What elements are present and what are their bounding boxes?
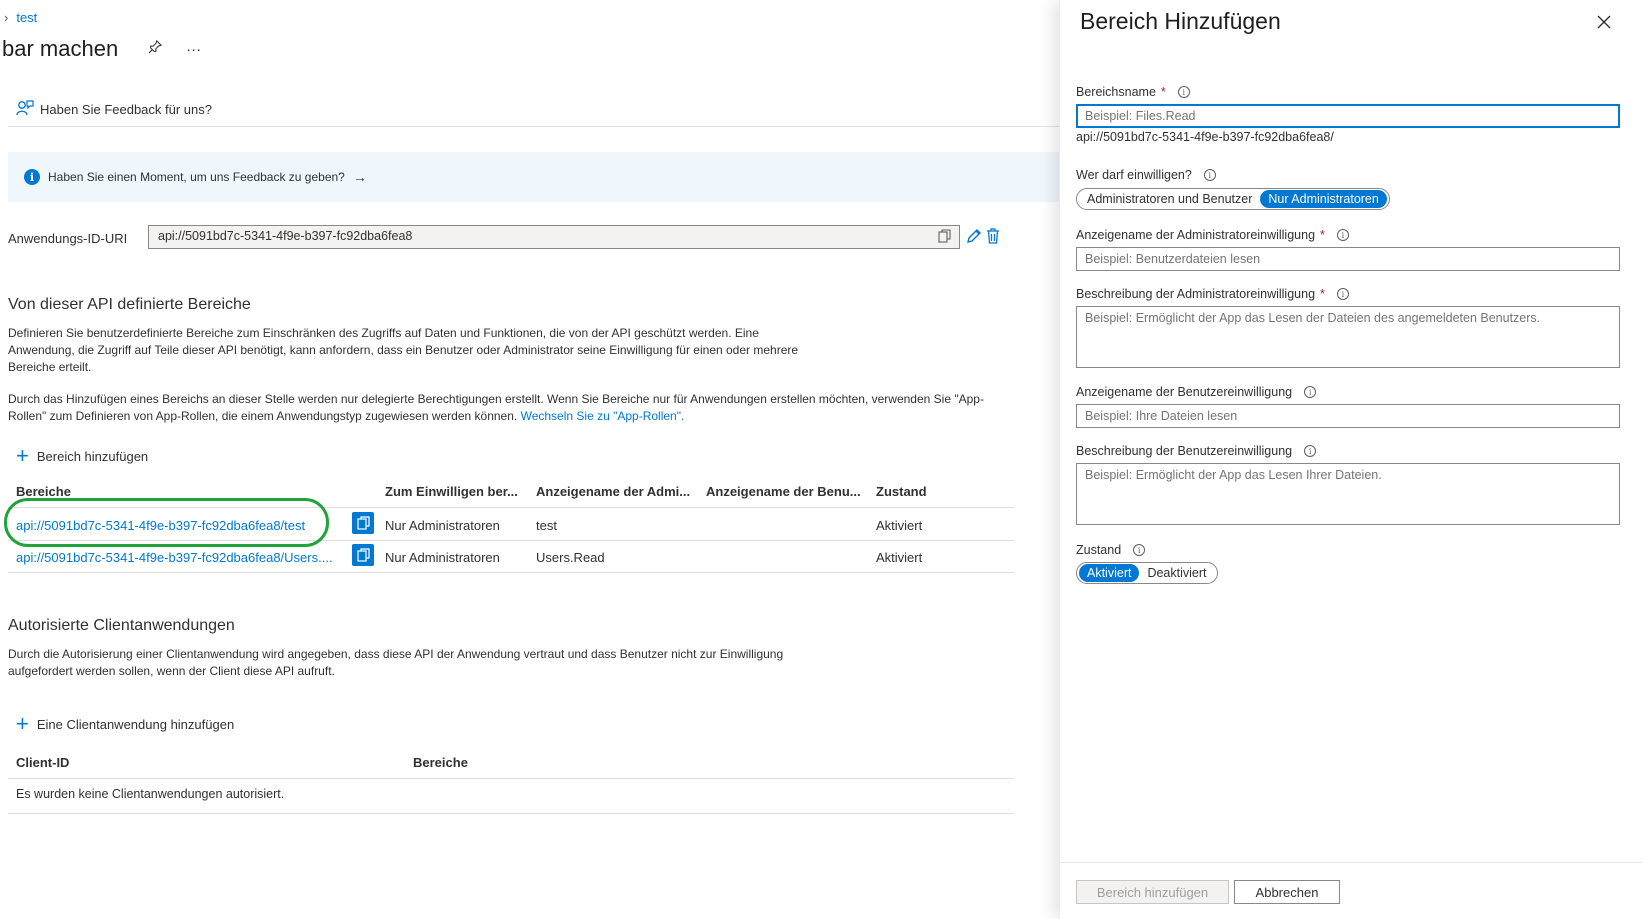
option-enabled[interactable]: Aktiviert xyxy=(1079,564,1140,582)
scopes-description-2: Durch das Hinzufügen eines Bereichs an d… xyxy=(8,391,1018,425)
feedback-link[interactable]: Haben Sie Feedback für uns? xyxy=(16,100,212,119)
user-display-input[interactable] xyxy=(1076,404,1620,428)
column-header-client-id[interactable]: Client-ID xyxy=(16,755,69,770)
admin-display-label: Anzeigename der Administratoreinwilligun… xyxy=(1076,228,1349,242)
info-icon[interactable]: i xyxy=(1304,386,1317,398)
column-header-scopes[interactable]: Bereiche xyxy=(16,484,71,499)
breadcrumb: › test xyxy=(4,10,37,25)
info-icon[interactable]: i xyxy=(1336,288,1349,300)
feedback-person-icon xyxy=(16,100,34,119)
info-icon[interactable]: i xyxy=(1177,86,1190,98)
title-actions: ··· xyxy=(148,39,221,58)
clients-description: Durch die Autorisierung einer Clientanwe… xyxy=(8,647,784,678)
admin-desc-textarea[interactable] xyxy=(1076,306,1620,368)
table-divider xyxy=(8,813,1014,814)
user-display-label: Anzeigename der Benutzereinwilligung i xyxy=(1076,385,1317,399)
option-disabled[interactable]: Deaktiviert xyxy=(1139,564,1214,582)
close-icon[interactable] xyxy=(1597,12,1611,35)
info-icon: i xyxy=(24,169,40,185)
main-content: › test bar machen ··· Haben Sie Feedback … xyxy=(0,0,1059,919)
column-header-admin-name[interactable]: Anzeigename der Admi... xyxy=(536,484,690,499)
column-header-consent[interactable]: Zum Einwilligen ber... xyxy=(385,484,518,499)
info-banner: i Haben Sie einen Moment, um uns Feedbac… xyxy=(8,152,1059,202)
highlight-annotation xyxy=(4,498,329,547)
cancel-button[interactable]: Abbrechen xyxy=(1234,880,1340,904)
option-admins-only[interactable]: Nur Administratoren xyxy=(1260,190,1387,208)
plus-icon: + xyxy=(16,711,29,736)
consent-value: Nur Administratoren xyxy=(385,550,500,565)
scope-name-label: Bereichsname * i xyxy=(1076,85,1190,99)
column-header-client-scopes[interactable]: Bereiche xyxy=(413,755,468,770)
info-icon[interactable]: i xyxy=(1203,169,1216,181)
app-roles-link[interactable]: Wechseln Sie zu "App-Rollen". xyxy=(521,409,685,423)
required-mark: * xyxy=(1320,287,1325,301)
add-client-button[interactable]: + Eine Clientanwendung hinzufügen xyxy=(16,711,235,736)
info-banner-text[interactable]: Haben Sie einen Moment, um uns Feedback … xyxy=(48,170,345,184)
scopes-section-title: Von dieser API definierte Bereiche xyxy=(8,296,251,313)
divider xyxy=(8,126,1059,127)
app-uri-label: Anwendungs-ID-URI xyxy=(8,231,128,246)
user-desc-textarea[interactable] xyxy=(1076,463,1620,525)
admin-name-value: test xyxy=(536,518,557,533)
who-consent-label-text: Wer darf einwilligen? xyxy=(1076,168,1192,182)
chevron-right-icon: › xyxy=(4,10,9,25)
table-divider xyxy=(8,778,1014,779)
plus-icon: + xyxy=(16,443,29,468)
edit-icon[interactable] xyxy=(966,228,982,249)
copy-icon[interactable] xyxy=(352,512,374,534)
column-header-user-name[interactable]: Anzeigename der Benu... xyxy=(706,484,861,499)
admin-desc-label: Beschreibung der Administratoreinwilligu… xyxy=(1076,287,1349,301)
state-label: Zustand i xyxy=(1076,543,1146,557)
panel-title: Bereich Hinzufügen xyxy=(1080,8,1281,34)
copy-icon[interactable] xyxy=(352,544,374,566)
arrow-right-icon[interactable]: → xyxy=(353,169,367,185)
user-desc-label: Beschreibung der Benutzereinwilligung i xyxy=(1076,444,1317,458)
scope-link[interactable]: api://5091bd7c-5341-4f9e-b397-fc92dba6fe… xyxy=(16,550,333,565)
pin-icon[interactable] xyxy=(148,39,166,58)
add-scope-button[interactable]: + Bereich hinzufügen xyxy=(16,443,149,468)
required-mark: * xyxy=(1320,228,1325,242)
column-header-state[interactable]: Zustand xyxy=(876,484,927,499)
add-scope-submit-button[interactable]: Bereich hinzufügen xyxy=(1076,880,1229,904)
scope-name-label-text: Bereichsname xyxy=(1076,85,1156,99)
scope-name-prefix: api://5091bd7c-5341-4f9e-b397-fc92dba6fe… xyxy=(1076,130,1334,144)
delete-icon[interactable] xyxy=(986,228,1000,248)
state-toggle: Aktiviert Deaktiviert xyxy=(1076,562,1218,584)
admin-desc-label-text: Beschreibung der Administratoreinwilligu… xyxy=(1076,287,1316,301)
add-client-label: Eine Clientanwendung hinzufügen xyxy=(36,716,235,732)
info-icon[interactable]: i xyxy=(1133,544,1146,556)
more-options-icon[interactable]: ··· xyxy=(186,41,201,58)
app-uri-field[interactable]: api://5091bd7c-5341-4f9e-b397-fc92dba6fe… xyxy=(148,225,960,249)
page-title: bar machen xyxy=(2,36,119,61)
state-value: Aktiviert xyxy=(876,550,923,565)
feedback-label: Haben Sie Feedback für uns? xyxy=(40,102,212,117)
admin-name-value: Users.Read xyxy=(536,550,605,565)
required-mark: * xyxy=(1160,85,1166,99)
scopes-description-2-text: Durch das Hinzufügen eines Bereichs an d… xyxy=(8,392,984,423)
scopes-description-1: Definieren Sie benutzerdefinierte Bereic… xyxy=(8,326,799,374)
copy-icon[interactable] xyxy=(938,229,951,246)
who-consent-label: Wer darf einwilligen? i xyxy=(1076,168,1216,182)
table-divider xyxy=(8,572,1014,573)
admin-display-label-text: Anzeigename der Administratoreinwilligun… xyxy=(1076,228,1316,242)
admin-display-input[interactable] xyxy=(1076,247,1620,271)
consent-value: Nur Administratoren xyxy=(385,518,500,533)
clients-section-title: Autorisierte Clientanwendungen xyxy=(8,617,235,634)
info-icon[interactable]: i xyxy=(1336,229,1349,241)
info-icon[interactable]: i xyxy=(1304,445,1317,457)
who-consent-toggle: Administratoren und Benutzer Nur Adminis… xyxy=(1076,188,1390,210)
add-scope-label: Bereich hinzufügen xyxy=(36,448,149,464)
state-value: Aktiviert xyxy=(876,518,923,533)
user-desc-label-text: Beschreibung der Benutzereinwilligung xyxy=(1076,444,1293,458)
scope-name-input[interactable] xyxy=(1076,104,1620,128)
footer-divider xyxy=(1060,862,1643,863)
breadcrumb-item[interactable]: test xyxy=(16,10,37,25)
user-display-label-text: Anzeigename der Benutzereinwilligung xyxy=(1076,385,1293,399)
add-scope-panel: Bereich Hinzufügen Bereichsname * i api://… xyxy=(1059,0,1643,919)
option-admins-and-users[interactable]: Administratoren und Benutzer xyxy=(1079,190,1260,208)
empty-message: Es wurden keine Clientanwendungen autori… xyxy=(16,787,285,801)
state-label-text: Zustand xyxy=(1076,543,1122,557)
